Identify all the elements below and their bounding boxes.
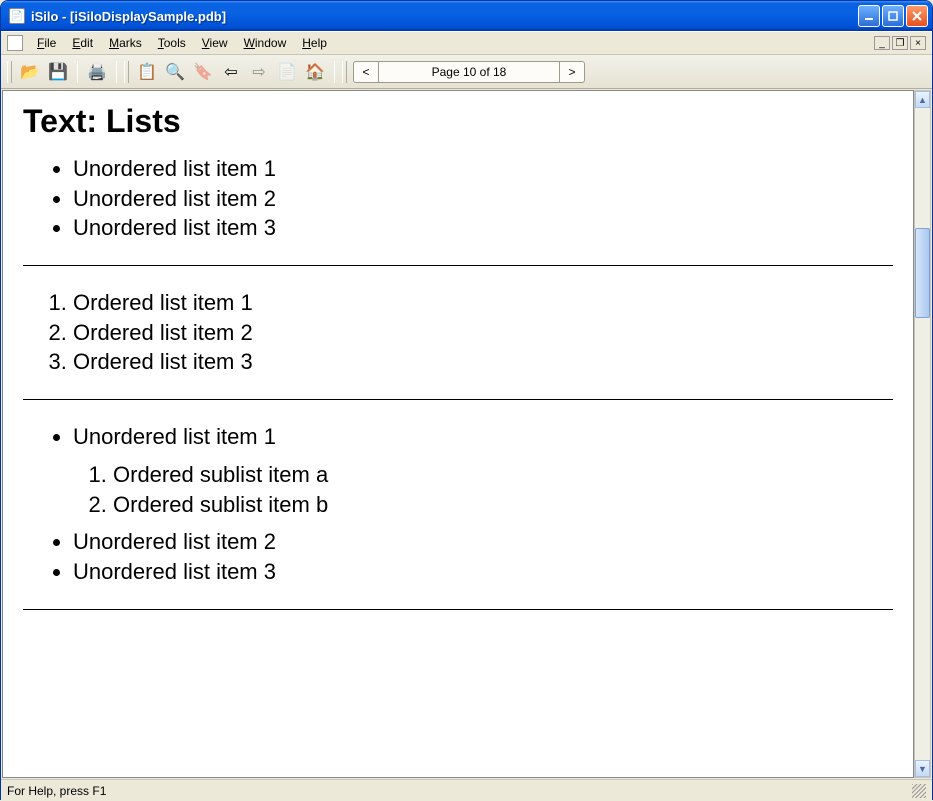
list-item: Unordered list item 1 Ordered sublist it…: [73, 422, 893, 519]
menu-window-label: indow: [255, 36, 286, 50]
status-bar: For Help, press F1: [1, 779, 932, 801]
forward-button: ⇨: [247, 60, 271, 84]
back-button[interactable]: ⇦: [219, 60, 243, 84]
mdi-restore-button[interactable]: ❐: [892, 36, 908, 50]
page-indicator[interactable]: Page 10 of 18: [379, 61, 559, 83]
scroll-thumb[interactable]: [915, 228, 930, 318]
copy-button[interactable]: 📋: [135, 60, 159, 84]
menu-view[interactable]: View: [194, 34, 236, 52]
nested-list: Unordered list item 1 Ordered sublist it…: [53, 422, 893, 586]
back-arrow-icon: ⇦: [224, 62, 237, 82]
list-item: Ordered list item 2: [73, 318, 893, 348]
list-item: Ordered sublist item a: [113, 460, 893, 490]
chevron-down-icon: ▼: [918, 764, 927, 774]
menu-tools-label: ools: [164, 36, 186, 50]
print-icon: 🖨️: [87, 62, 107, 82]
find-button[interactable]: 🔍: [163, 60, 187, 84]
chevron-left-icon: <: [362, 65, 369, 79]
list-item: Unordered list item 1: [73, 154, 893, 184]
document-view[interactable]: Text: Lists Unordered list item 1 Unorde…: [2, 90, 914, 778]
menu-file-label: ile: [44, 36, 56, 50]
window-title: iSilo - [iSiloDisplaySample.pdb]: [31, 9, 858, 24]
list-item: Ordered sublist item b: [113, 490, 893, 520]
next-page-button[interactable]: >: [559, 61, 585, 83]
copy-icon: 📋: [137, 62, 157, 82]
chevron-up-icon: ▲: [918, 95, 927, 105]
app-icon: 📄: [9, 8, 25, 24]
toolbar-separator: [334, 61, 335, 83]
scroll-down-button[interactable]: ▼: [915, 760, 930, 777]
divider: [23, 265, 893, 266]
menu-window[interactable]: Window: [236, 34, 295, 52]
bookmark-icon: 🔖: [193, 62, 213, 82]
resize-grip[interactable]: [912, 784, 926, 798]
menu-view-label: iew: [210, 36, 228, 50]
page-icon: 📄: [277, 62, 297, 82]
vertical-scrollbar[interactable]: ▲ ▼: [914, 90, 931, 778]
menu-help-label: elp: [311, 36, 327, 50]
menu-tools[interactable]: Tools: [150, 34, 194, 52]
list-item: Ordered list item 1: [73, 288, 893, 318]
menu-edit-label: dit: [80, 36, 93, 50]
home-icon: 🏠: [305, 62, 325, 82]
page-button: 📄: [275, 60, 299, 84]
toolbar-separator: [77, 61, 78, 83]
document-icon[interactable]: [7, 35, 23, 51]
scroll-up-button[interactable]: ▲: [915, 91, 930, 108]
ordered-sublist: Ordered sublist item a Ordered sublist i…: [93, 460, 893, 519]
toolbar-grip[interactable]: [7, 61, 12, 83]
list-item: Unordered list item 2: [73, 527, 893, 557]
print-button[interactable]: 🖨️: [85, 60, 109, 84]
toolbar-separator: [116, 61, 117, 83]
find-icon: 🔍: [165, 62, 185, 82]
toolbar-grip[interactable]: [342, 61, 347, 83]
status-text: For Help, press F1: [7, 784, 106, 798]
divider: [23, 399, 893, 400]
menu-edit[interactable]: Edit: [64, 34, 101, 52]
prev-page-button[interactable]: <: [353, 61, 379, 83]
open-button[interactable]: 📂: [18, 60, 42, 84]
save-icon: 💾: [48, 62, 68, 82]
list-item: Unordered list item 2: [73, 184, 893, 214]
mdi-close-button[interactable]: ×: [910, 36, 926, 50]
forward-arrow-icon: ⇨: [252, 62, 265, 82]
close-button[interactable]: [906, 5, 928, 27]
menu-help[interactable]: Help: [294, 34, 335, 52]
minimize-button[interactable]: [858, 5, 880, 27]
list-item: Ordered list item 3: [73, 347, 893, 377]
mdi-minimize-button[interactable]: _: [874, 36, 890, 50]
menu-marks-label: arks: [119, 36, 142, 50]
home-button[interactable]: 🏠: [303, 60, 327, 84]
toolbar-grip[interactable]: [124, 61, 129, 83]
list-item: Unordered list item 3: [73, 557, 893, 587]
save-button[interactable]: 💾: [46, 60, 70, 84]
divider: [23, 609, 893, 610]
unordered-list-1: Unordered list item 1 Unordered list ite…: [53, 154, 893, 243]
title-bar: 📄 iSilo - [iSiloDisplaySample.pdb]: [1, 1, 932, 31]
scroll-track[interactable]: [915, 108, 930, 760]
bookmark-button: 🔖: [191, 60, 215, 84]
list-item-text: Unordered list item 1: [73, 424, 276, 449]
open-icon: 📂: [20, 62, 40, 82]
toolbar: 📂 💾 🖨️ 📋 🔍 🔖 ⇦ ⇨ 📄 🏠 < Page 10 of 18 >: [1, 55, 932, 89]
menu-marks[interactable]: Marks: [101, 34, 150, 52]
list-item: Unordered list item 3: [73, 213, 893, 243]
page-heading: Text: Lists: [23, 103, 893, 140]
menu-file[interactable]: File: [29, 34, 64, 52]
maximize-button[interactable]: [882, 5, 904, 27]
chevron-right-icon: >: [568, 65, 575, 79]
menu-bar: File Edit Marks Tools View Window Help _…: [1, 31, 932, 55]
ordered-list-1: Ordered list item 1 Ordered list item 2 …: [53, 288, 893, 377]
